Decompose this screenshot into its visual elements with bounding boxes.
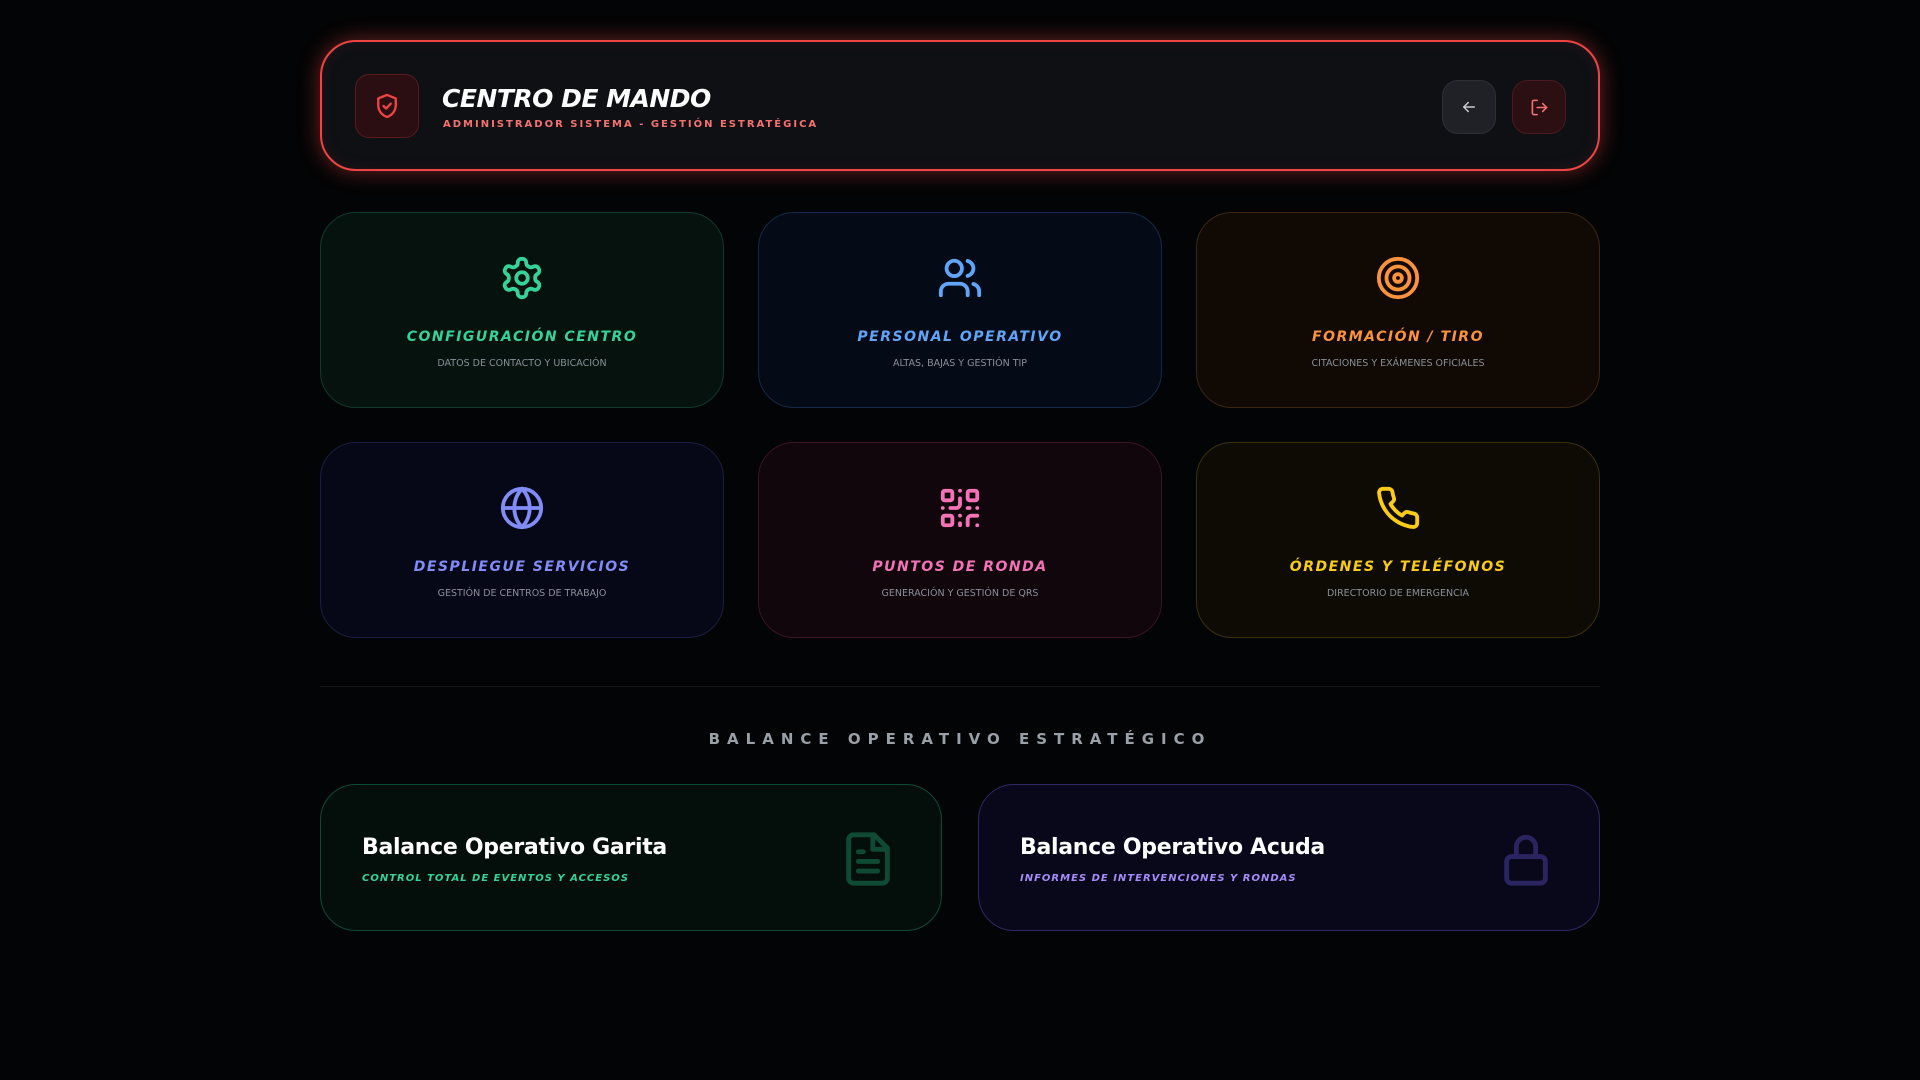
globe-icon <box>500 486 544 530</box>
card-title: CONFIGURACIÓN CENTRO <box>406 329 638 345</box>
card-formacion-tiro[interactable]: FORMACIÓN / TIRO CITACIONES Y EXÁMENES O… <box>1196 212 1600 408</box>
logout-icon <box>1531 99 1547 115</box>
card-subtitle: ALTAS, BAJAS Y GESTIÓN TIP <box>892 358 1028 369</box>
card-despliegue-servicios[interactable]: DESPLIEGUE SERVICIOS GESTIÓN DE CENTROS … <box>320 442 724 638</box>
arrow-left-icon <box>1463 101 1475 113</box>
phone-icon <box>1377 486 1420 529</box>
card-subtitle: DIRECTORIO DE EMERGENCIA <box>1326 588 1470 599</box>
section-divider <box>320 686 1600 687</box>
card-title: ÓRDENES Y TELÉFONOS <box>1289 559 1507 575</box>
gear-icon <box>502 256 542 300</box>
header-badge <box>355 74 419 138</box>
balance-subtitle: INFORMES DE INTERVENCIONES Y RONDAS <box>1020 873 1297 884</box>
users-icon <box>938 258 982 298</box>
card-puntos-de-ronda[interactable]: PUNTOS DE RONDA GENERACIÓN Y GESTIÓN DE … <box>758 442 1162 638</box>
card-title: DESPLIEGUE SERVICIOS <box>413 559 631 575</box>
balance-acuda-card[interactable]: Balance Operativo Acuda INFORMES DE INTE… <box>978 784 1600 931</box>
section-title: BALANCE OPERATIVO ESTRATÉGICO <box>708 730 1212 748</box>
card-personal-operativo[interactable]: PERSONAL OPERATIVO ALTAS, BAJAS Y GESTIÓ… <box>758 212 1162 408</box>
card-title: PUNTOS DE RONDA <box>872 559 1048 575</box>
page-title: CENTRO DE MANDO <box>442 84 711 113</box>
logout-button[interactable] <box>1512 80 1566 134</box>
back-button[interactable] <box>1442 80 1496 134</box>
balance-title: Balance Operativo Acuda <box>1020 835 1325 860</box>
card-title: PERSONAL OPERATIVO <box>857 329 1063 345</box>
card-subtitle: GENERACIÓN Y GESTIÓN DE QRS <box>881 588 1039 599</box>
card-subtitle: DATOS DE CONTACTO Y UBICACIÓN <box>437 358 607 369</box>
page-subtitle: ADMINISTRADOR SISTEMA - GESTIÓN ESTRATÉG… <box>443 119 819 130</box>
balance-garita-card[interactable]: Balance Operativo Garita CONTROL TOTAL D… <box>320 784 942 931</box>
document-icon <box>846 832 890 886</box>
target-icon <box>1376 256 1420 300</box>
balance-title: Balance Operativo Garita <box>362 835 667 860</box>
command-center-header: CENTRO DE MANDO ADMINISTRADOR SISTEMA - … <box>320 40 1600 171</box>
card-configuracion-centro[interactable]: CONFIGURACIÓN CENTRO DATOS DE CONTACTO Y… <box>320 212 724 408</box>
card-subtitle: CITACIONES Y EXÁMENES OFICIALES <box>1311 358 1485 369</box>
lock-icon <box>1504 834 1548 886</box>
card-subtitle: GESTIÓN DE CENTROS DE TRABAJO <box>437 588 607 599</box>
card-ordenes-telefonos[interactable]: ÓRDENES Y TELÉFONOS DIRECTORIO DE EMERGE… <box>1196 442 1600 638</box>
balance-subtitle: CONTROL TOTAL DE EVENTOS Y ACCESOS <box>362 873 630 884</box>
shield-check-icon <box>377 93 397 119</box>
main-container: CENTRO DE MANDO ADMINISTRADOR SISTEMA - … <box>320 40 1600 931</box>
qr-code-icon <box>940 488 980 528</box>
card-title: FORMACIÓN / TIRO <box>1312 329 1484 345</box>
